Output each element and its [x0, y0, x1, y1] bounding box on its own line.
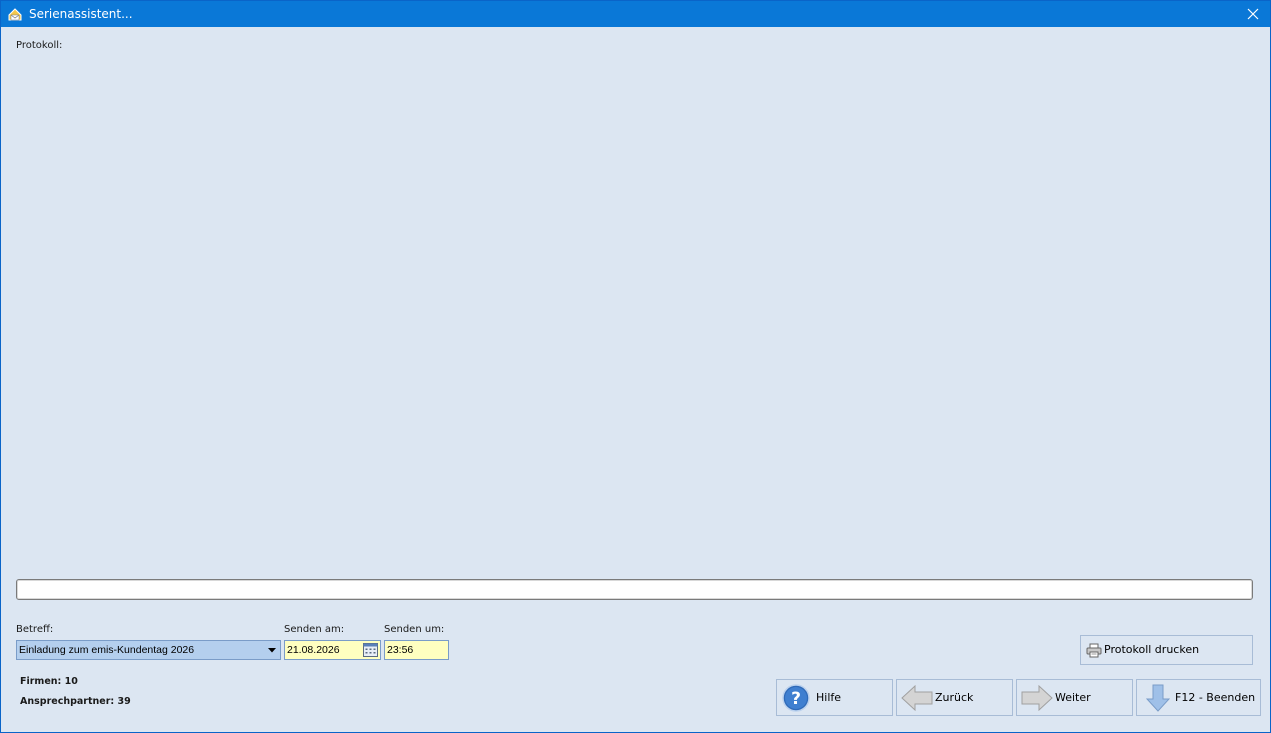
zurueck-button[interactable]: Zurück [896, 679, 1013, 716]
arrow-right-icon [1021, 685, 1053, 711]
svg-text:?: ? [791, 689, 801, 709]
senden-um-field[interactable]: 23:56 [384, 640, 449, 660]
app-icon [8, 8, 22, 21]
progress-bar [16, 579, 1253, 600]
window-title: Serienassistent... [29, 7, 133, 21]
beenden-button[interactable]: F12 - Beenden [1136, 679, 1261, 716]
senden-am-label: Senden am: [284, 624, 345, 635]
weiter-label: Weiter [1055, 691, 1091, 704]
title-bar[interactable]: Serienassistent... [1, 1, 1270, 27]
arrow-down-icon [1146, 684, 1170, 712]
betreff-label: Betreff: [16, 624, 54, 635]
senden-am-value: 21.08.2026 [287, 644, 340, 656]
chevron-down-icon [268, 647, 276, 652]
senden-um-label: Senden um: [384, 624, 445, 635]
protokoll-area [16, 55, 1253, 570]
close-icon [1247, 8, 1259, 20]
arrow-left-icon [901, 685, 933, 711]
senden-um-value: 23:56 [387, 644, 414, 656]
hilfe-label: Hilfe [816, 691, 842, 704]
hilfe-button[interactable]: ? Hilfe [776, 679, 893, 716]
serienassistent-window: Serienassistent... Protokoll: Betreff: S… [0, 0, 1271, 733]
betreff-dropdown[interactable]: Einladung zum emis-Kundentag 2026 [16, 640, 281, 660]
ansprechpartner-count: Ansprechpartner: 39 [20, 696, 131, 707]
protokoll-label: Protokoll: [16, 40, 63, 51]
senden-am-field[interactable]: 21.08.2026 [284, 640, 381, 660]
firmen-count: Firmen: 10 [20, 676, 78, 687]
calendar-icon[interactable] [363, 643, 378, 657]
protokoll-drucken-label: Protokoll drucken [1104, 643, 1200, 656]
printer-icon [1086, 643, 1102, 658]
zurueck-label: Zurück [935, 691, 974, 704]
close-button[interactable] [1236, 1, 1270, 27]
betreff-value: Einladung zum emis-Kundentag 2026 [19, 644, 195, 656]
beenden-label: F12 - Beenden [1175, 691, 1256, 704]
protokoll-drucken-button[interactable]: Protokoll drucken [1080, 635, 1253, 665]
weiter-button[interactable]: Weiter [1016, 679, 1133, 716]
betreff-dropdown-button[interactable] [264, 641, 280, 659]
help-icon: ? [782, 684, 810, 712]
